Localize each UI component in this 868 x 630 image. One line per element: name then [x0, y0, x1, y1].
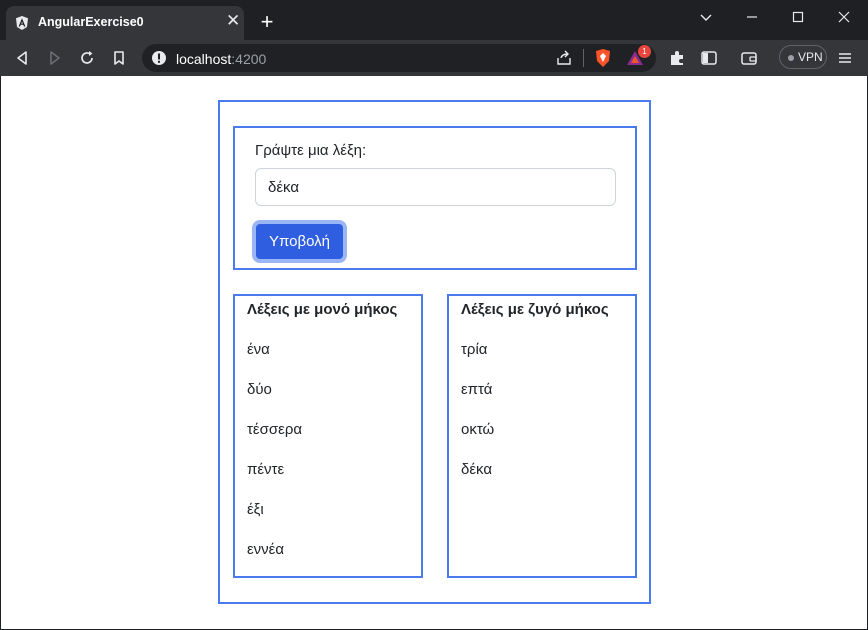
list-item: εννέα [247, 541, 285, 558]
word-input[interactable] [255, 168, 616, 206]
close-window-icon[interactable] [832, 8, 856, 26]
tab-search-chevron-icon[interactable] [694, 8, 718, 26]
share-icon[interactable] [555, 49, 573, 67]
odd-length-list: Λέξεις με μονό μήκος ένα δύο τέσσερα πέν… [233, 294, 423, 578]
close-tab-icon[interactable]: ✕ [226, 12, 240, 29]
bookmark-icon[interactable] [109, 48, 129, 68]
odd-list-title: Λέξεις με μονό μήκος [247, 301, 398, 318]
extensions-icon[interactable] [668, 49, 686, 67]
wallet-icon[interactable] [740, 49, 758, 67]
browser-tab[interactable]: AngularExercise0 ✕ [6, 6, 244, 40]
list-item: οκτώ [461, 421, 495, 438]
url-host: localhost [176, 51, 232, 67]
brave-shield-icon[interactable] [594, 48, 612, 68]
angular-logo-icon [16, 16, 28, 30]
minimize-icon[interactable] [740, 8, 764, 26]
sidebar-icon[interactable] [700, 49, 718, 67]
menu-icon[interactable] [836, 49, 854, 67]
url-port: :4200 [231, 51, 267, 67]
page-content: Γράψτε μια λέξη: Υποβολή Λέξεις με μονό … [1, 76, 867, 629]
forward-icon[interactable] [45, 48, 65, 68]
list-item: τρία [461, 341, 488, 358]
list-item: ένα [247, 341, 270, 358]
list-item: πέντε [247, 461, 285, 478]
site-info-icon[interactable] [151, 50, 167, 66]
even-list-items: τρία επτά οκτώ δέκα [461, 341, 494, 501]
maximize-icon[interactable] [786, 8, 810, 26]
list-item: δύο [247, 381, 272, 398]
browser-titlebar: AngularExercise0 ✕ + [0, 0, 868, 40]
vpn-label: VPN [798, 50, 823, 64]
list-item: τέσσερα [247, 421, 303, 438]
even-list-title: Λέξεις με ζυγό μήκος [461, 301, 609, 318]
browser-toolbar: localhost:4200 1 VPN [0, 40, 868, 76]
address-bar[interactable]: localhost:4200 1 [142, 44, 656, 72]
url-text: localhost:4200 [176, 51, 266, 67]
vpn-button[interactable]: VPN [779, 45, 827, 69]
word-input-label: Γράψτε μια λέξη: [255, 142, 367, 159]
reload-icon[interactable] [77, 48, 97, 68]
odd-list-items: ένα δύο τέσσερα πέντε έξι εννέα [247, 341, 302, 581]
new-tab-icon[interactable]: + [256, 11, 278, 33]
tab-title: AngularExercise0 [38, 15, 144, 29]
app-container: Γράψτε μια λέξη: Υποβολή Λέξεις με μονό … [218, 100, 651, 604]
notification-badge: 1 [638, 45, 651, 58]
submit-button[interactable]: Υποβολή [252, 220, 347, 263]
word-form: Γράψτε μια λέξη: Υποβολή [233, 126, 637, 270]
list-item: δέκα [461, 461, 493, 478]
list-item: έξι [247, 501, 264, 518]
list-item: επτά [461, 381, 493, 398]
even-length-list: Λέξεις με ζυγό μήκος τρία επτά οκτώ δέκα [447, 294, 637, 578]
vpn-status-dot [788, 55, 794, 61]
back-icon[interactable] [12, 48, 32, 68]
address-divider [583, 49, 584, 67]
